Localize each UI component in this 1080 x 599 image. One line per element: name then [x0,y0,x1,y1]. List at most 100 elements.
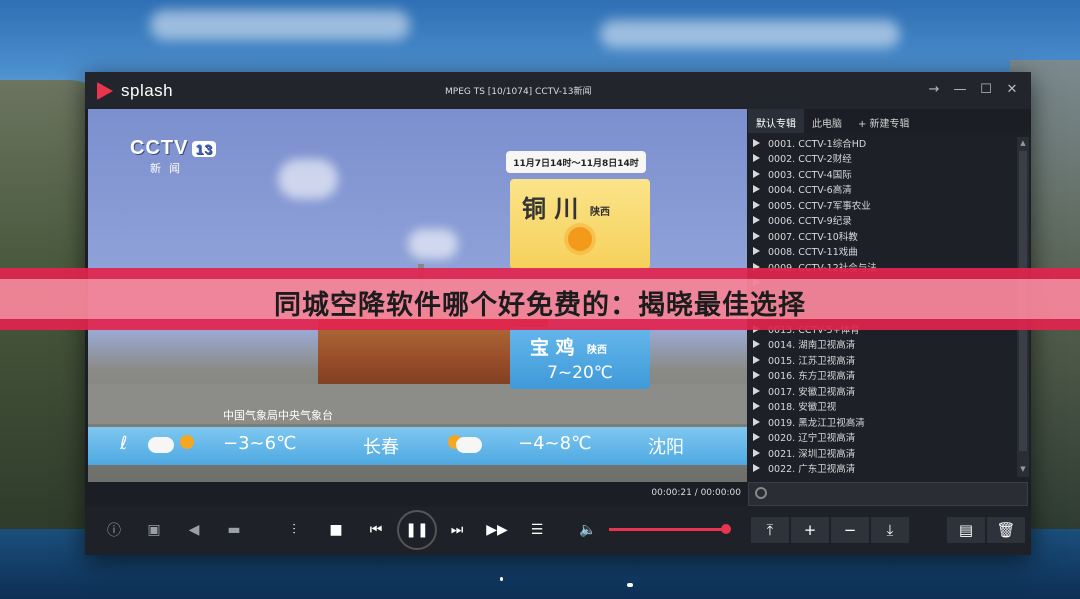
add-button[interactable]: + [791,517,829,543]
ticker-city: 长春 [363,437,399,458]
pin-icon[interactable]: → [923,78,945,100]
playlist-item[interactable]: 0003. CCTV-4国际 [748,166,1013,182]
playlist-item-label: 0017. 安徽卫视高清 [768,386,856,398]
playlist-toggle-icon[interactable]: ☰ [526,519,548,541]
volume-slider[interactable] [609,528,727,531]
ticker-temperature: −4~8℃ [518,433,592,454]
sun-icon [568,227,592,251]
video-caption: 中国气象局中央气象台 [223,409,333,422]
add-album-button[interactable]: ▤ [947,517,985,543]
pause-button[interactable]: ❚❚ [397,510,437,550]
previous-button[interactable]: ⏮ [365,519,387,541]
playlist-item[interactable]: 0017. 安徽卫视高清 [748,383,1013,399]
playlist-item[interactable]: 0015. 江苏卫视高清 [748,352,1013,368]
sky-cloud [600,20,900,48]
playlist-item-label: 0016. 东方卫视高清 [768,371,856,383]
ticker-city: 沈阳 [648,437,684,458]
volume-icon[interactable]: 🔈 [577,519,599,541]
volume-knob[interactable] [721,524,731,534]
play-arrow-icon [753,340,760,349]
playlist-item[interactable]: 0002. CCTV-2财经 [748,151,1013,167]
scroll-up-icon[interactable]: ▲ [1019,139,1027,149]
window-controls: → — ☐ ✕ [923,78,1023,100]
delete-button[interactable]: 🗑 [987,517,1025,543]
title-bar: splash MPEG TS [10/1074] CCTV-13新闻 → — ☐… [85,72,1031,109]
ticker-fragment: ℓ [120,433,128,454]
tab-this-pc[interactable]: 此电脑 [804,109,850,133]
control-bar: ⓘ ▣ ◀ ▬ ⫶ ■ ⏮ ❚❚ ⏭ ▶▶ ☰ 🔈 ⤒ + − ⤓ ▤ 🗑 [85,506,1031,555]
play-arrow-icon [753,154,760,163]
play-arrow-icon [753,355,760,364]
city-name: 宝 鸡 [530,337,575,359]
scroll-down-icon[interactable]: ▼ [1019,465,1027,475]
playlist-item[interactable]: 0014. 湖南卫视高清 [748,337,1013,353]
playlist-item-label: 0021. 深圳卫视高清 [768,448,856,460]
video-cloud [278,159,338,199]
playlist-item[interactable]: 0021. 深圳卫视高清 [748,445,1013,461]
playlist-item[interactable]: 0008. CCTV-11戏曲 [748,244,1013,260]
playlist-item[interactable]: 0019. 黑龙江卫视高清 [748,414,1013,430]
playlist-item-label: 0007. CCTV-10科教 [768,231,858,243]
playlist-item-label: 0019. 黑龙江卫视高清 [768,417,865,429]
screenshot-icon[interactable]: ▣ [143,519,165,541]
play-arrow-icon [753,138,760,147]
cloudy-icon [148,437,174,453]
tab-default-album[interactable]: 默认专辑 [748,109,804,133]
playlist-item-label: 0004. CCTV-6高清 [768,185,852,197]
next-button[interactable]: ⏭ [446,519,468,541]
playlist-item[interactable]: 0020. 辽宁卫视高清 [748,430,1013,446]
playlist-item[interactable]: 0022. 广东卫视高清 [748,461,1013,477]
playlist-item[interactable]: 0004. CCTV-6高清 [748,182,1013,198]
tab-new-album[interactable]: + 新建专辑 [850,109,918,133]
playlist-item-label: 0015. 江苏卫视高清 [768,355,856,367]
playlist-item[interactable]: 0001. CCTV-1综合HD [748,135,1013,151]
playlist-item-label: 0022. 广东卫视高清 [768,464,856,476]
ticker-temperature: −3~6℃ [223,433,297,454]
plaza [88,384,747,424]
playlist-item-label: 0014. 湖南卫视高清 [768,340,856,352]
subtitle-icon[interactable]: ▬ [223,519,245,541]
play-arrow-icon [753,371,760,380]
sunny-icon [180,435,194,449]
sky-cloud [150,10,410,40]
playlist-item[interactable]: 0007. CCTV-10科教 [748,228,1013,244]
playlist-item[interactable]: 0016. 东方卫视高清 [748,368,1013,384]
close-button[interactable]: ✕ [1001,78,1023,100]
play-arrow-icon [753,247,760,256]
playlist-item-label: 0006. CCTV-9纪录 [768,216,852,228]
play-arrow-icon [753,216,760,225]
video-cloud [408,229,458,259]
info-icon[interactable]: ⓘ [103,519,125,541]
channel-subtitle: 新闻 [150,162,188,175]
channel-number: 13 [192,140,217,157]
playlist-item[interactable]: 0006. CCTV-9纪录 [748,213,1013,229]
playlist-item-label: 0001. CCTV-1综合HD [768,138,867,150]
equalizer-icon[interactable]: ⫶ [283,519,305,541]
move-top-button[interactable]: ⤒ [751,517,789,543]
play-arrow-icon [753,448,760,457]
play-arrow-icon [753,200,760,209]
audio-track-icon[interactable]: ◀ [183,519,205,541]
weather-card-2: 宝 鸡 陕西 7~20℃ [510,327,650,389]
search-icon [755,487,767,499]
cloudy-icon [456,437,482,453]
app-logo: splash [97,81,173,101]
province-name: 陕西 [587,345,607,356]
time-display: 00:00:21 / 00:00:00 [651,488,741,498]
playlist-item-label: 0005. CCTV-7军事农业 [768,200,871,212]
stop-button[interactable]: ■ [325,519,347,541]
remove-button[interactable]: − [831,517,869,543]
minimize-button[interactable]: — [949,78,971,100]
maximize-button[interactable]: ☐ [975,78,997,100]
playlist-search[interactable] [748,482,1028,506]
weather-ticker: ℓ −3~6℃ 长春 −4~8℃ 沈阳 [88,427,747,465]
playlist-item-label: 0018. 安徽卫视 [768,402,837,414]
temperature: 7~20℃ [547,363,613,383]
playlist-item[interactable]: 0005. CCTV-7军事农业 [748,197,1013,213]
weather-date: 11月7日14时～11月8日14时 [506,151,646,173]
time-bar: 00:00:21 / 00:00:00 [88,482,747,504]
playlist-item[interactable]: 0018. 安徽卫视 [748,399,1013,415]
play-logo-icon [97,82,113,100]
move-bottom-button[interactable]: ⤓ [871,517,909,543]
skip-forward-button[interactable]: ▶▶ [486,519,508,541]
